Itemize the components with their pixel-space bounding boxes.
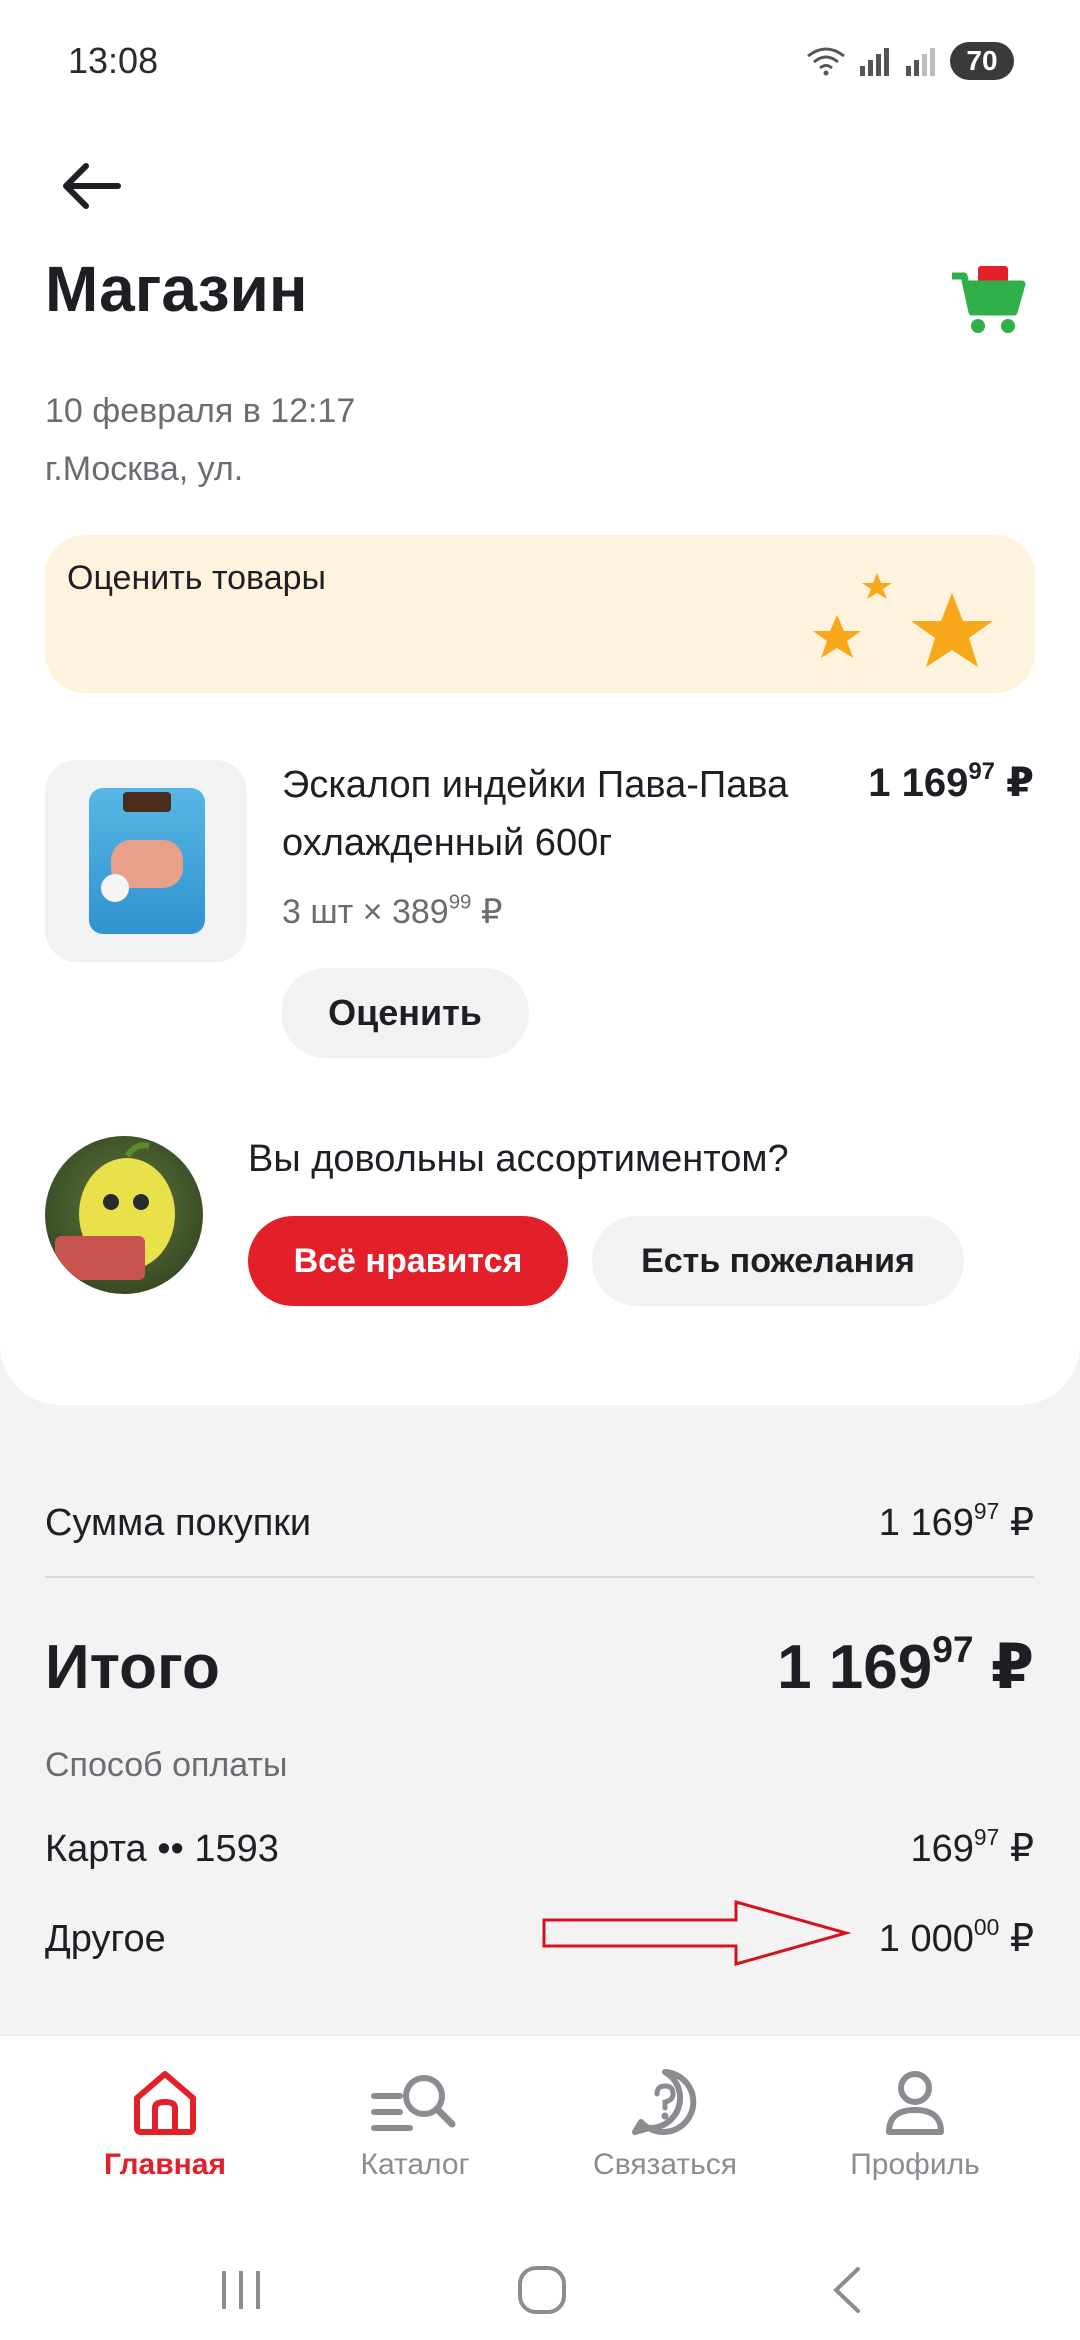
product-price: 1 16997 ₽ (868, 760, 1034, 806)
currency-sign: ₽ (990, 1633, 1034, 1702)
stars-icon (813, 573, 993, 667)
help-chat-icon (632, 2069, 697, 2135)
card-amount: 16997 ₽ (910, 1826, 1034, 1871)
signal-icon (860, 48, 889, 76)
product-price-main: 1 169 (868, 761, 969, 805)
card-label: Карта •• 1593 (45, 1828, 279, 1870)
currency-sign: ₽ (1009, 1502, 1034, 1544)
battery-indicator: 70 (950, 42, 1014, 80)
other-amount-main: 1 000 (878, 1918, 974, 1960)
rate-banner-label: Оценить товары (67, 559, 326, 597)
order-details-card: 13:08 70 Магазин 10 февраля в 12:17 г.Мо… (0, 0, 1080, 1405)
recent-apps-icon[interactable] (216, 2265, 266, 2315)
back-arrow-icon[interactable] (56, 156, 128, 216)
rate-product-button[interactable]: Оценить (281, 968, 529, 1058)
order-date: 10 февраля в 12:17 (45, 392, 356, 430)
system-navigation-bar (0, 2235, 1080, 2340)
other-amount: 1 00000 ₽ (879, 1916, 1034, 1961)
currency-sign: ₽ (480, 893, 503, 931)
page-title: Магазин (45, 253, 308, 325)
mascot-avatar (45, 1136, 203, 1294)
bottom-navigation: Главная Каталог Связаться Профиль (0, 2035, 1080, 2236)
purchase-sum-row: Сумма покупки 1 16997 ₽ (45, 1500, 1034, 1545)
other-amount-kop: 00 (973, 1914, 1000, 1941)
survey-question: Вы довольны ассортиментом? (248, 1138, 789, 1180)
product-unit-price-kop: 99 (448, 891, 472, 914)
purchase-sum-label: Сумма покупки (45, 1502, 312, 1544)
product-unit-price-main: 389 (391, 893, 449, 931)
purchase-sum-kop: 97 (973, 1498, 1000, 1525)
currency-sign: ₽ (1009, 1918, 1034, 1960)
purchase-sum-value: 1 16997 ₽ (879, 1500, 1034, 1545)
nav-catalog-label: Каталог (360, 2148, 470, 2181)
total-row: Итого 1 16997 ₽ (45, 1630, 1034, 1703)
status-icons: 70 (806, 42, 1014, 80)
nav-profile[interactable]: Профиль (790, 2066, 1040, 2182)
store-address: г.Москва, ул. (45, 450, 244, 488)
currency-sign: ₽ (1006, 761, 1034, 805)
nav-contact[interactable]: Связаться (540, 2066, 790, 2182)
total-main: 1 169 (777, 1633, 933, 1702)
divider (45, 1576, 1034, 1578)
currency-sign: ₽ (1009, 1828, 1034, 1870)
wifi-icon (807, 47, 845, 76)
all-good-button[interactable]: Всё нравится (248, 1216, 568, 1306)
nav-contact-label: Связаться (593, 2148, 737, 2181)
back-system-icon[interactable] (826, 2265, 866, 2315)
purchase-sum-main: 1 169 (878, 1502, 974, 1544)
product-image[interactable] (45, 760, 247, 962)
nav-home[interactable]: Главная (40, 2066, 290, 2182)
total-value: 1 16997 ₽ (777, 1630, 1034, 1703)
nav-profile-label: Профиль (850, 2148, 980, 2181)
card-payment-row: Карта •• 1593 16997 ₽ (45, 1826, 1034, 1871)
product-quantity: 3 шт × 38999 ₽ (282, 891, 503, 931)
payment-method-label: Способ оплаты (45, 1746, 288, 1784)
catalog-search-icon (371, 2075, 456, 2131)
home-system-icon[interactable] (515, 2263, 569, 2317)
rate-products-banner[interactable]: Оценить товары (45, 535, 1035, 693)
total-kop: 97 (932, 1627, 974, 1670)
home-icon (134, 2071, 196, 2135)
annotation-arrow (542, 1900, 852, 1966)
nav-catalog[interactable]: Каталог (290, 2066, 540, 2182)
cart-icon[interactable] (948, 262, 1028, 338)
have-wishes-button[interactable]: Есть пожелания (592, 1216, 964, 1306)
profile-icon (886, 2071, 944, 2135)
product-package-image (89, 788, 205, 934)
nav-home-label: Главная (103, 2148, 226, 2181)
status-time: 13:08 (68, 40, 159, 81)
product-qty-count: 3 шт (282, 893, 354, 931)
other-label: Другое (45, 1918, 166, 1960)
card-amount-main: 169 (910, 1828, 974, 1870)
product-name[interactable]: Эскалоп индейки Пава-Пава охлажденный 60… (282, 756, 802, 872)
signal-2-icon (906, 48, 935, 76)
total-label: Итого (45, 1633, 220, 1702)
product-price-kop: 97 (968, 758, 996, 786)
card-amount-kop: 97 (973, 1824, 1000, 1851)
